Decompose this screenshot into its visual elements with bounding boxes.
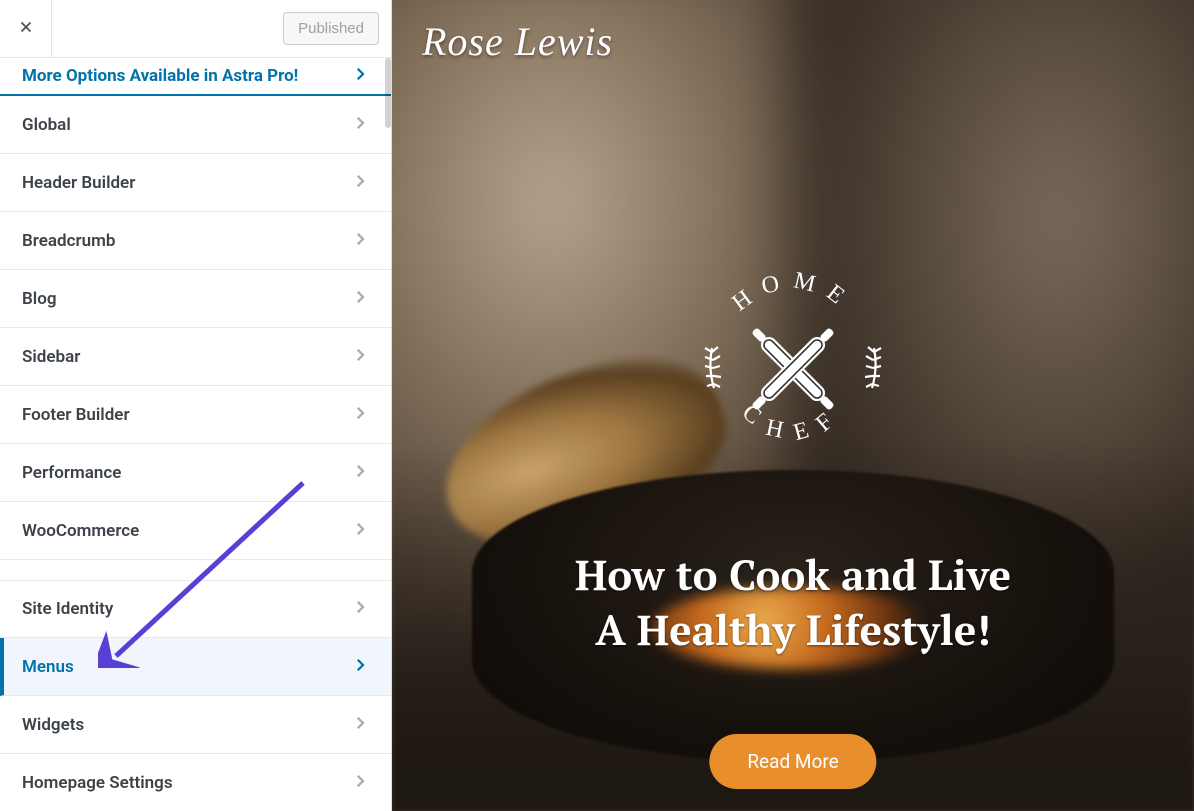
site-preview: Rose Lewis HOME CHEF xyxy=(392,0,1194,811)
chevron-right-icon xyxy=(351,714,369,736)
close-button[interactable] xyxy=(0,0,52,58)
customizer-sections: Global Header Builder Breadcrumb Blog Sideba… xyxy=(0,96,391,811)
sidebar-item-label: Performance xyxy=(22,463,121,483)
badge-top-word: HOME xyxy=(728,268,859,317)
hero-line-1: How to Cook and Live xyxy=(392,548,1194,603)
customizer-sidebar: Published More Options Available in Astr… xyxy=(0,0,392,811)
sidebar-item-blog[interactable]: Blog xyxy=(0,270,391,328)
wheat-left-icon xyxy=(705,347,721,388)
chevron-right-icon xyxy=(351,772,369,794)
sidebar-item-label: Homepage Settings xyxy=(22,773,173,793)
published-button[interactable]: Published xyxy=(283,12,379,45)
sidebar-item-footer-builder[interactable]: Footer Builder xyxy=(0,386,391,444)
chevron-right-icon xyxy=(351,656,369,678)
sidebar-item-site-identity[interactable]: Site Identity xyxy=(0,580,391,638)
sidebar-item-label: WooCommerce xyxy=(22,521,139,541)
sidebar-item-label: Global xyxy=(22,115,71,135)
sidebar-item-label: Blog xyxy=(22,289,57,309)
sidebar-item-label: Menus xyxy=(22,657,74,677)
chevron-right-icon xyxy=(351,346,369,368)
wheat-right-icon xyxy=(865,347,881,388)
sidebar-item-label: Breadcrumb xyxy=(22,231,115,251)
sidebar-item-header-builder[interactable]: Header Builder xyxy=(0,154,391,212)
astra-pro-promo[interactable]: More Options Available in Astra Pro! xyxy=(0,58,391,96)
sidebar-item-breadcrumb[interactable]: Breadcrumb xyxy=(0,212,391,270)
hero-heading: How to Cook and Live A Healthy Lifestyle… xyxy=(392,548,1194,657)
site-brand: Rose Lewis xyxy=(422,18,613,65)
chevron-right-icon xyxy=(351,230,369,252)
chevron-right-icon xyxy=(351,520,369,542)
sidebar-item-label: Sidebar xyxy=(22,347,80,367)
sidebar-item-performance[interactable]: Performance xyxy=(0,444,391,502)
chevron-right-icon xyxy=(351,598,369,620)
chevron-right-icon xyxy=(351,404,369,426)
sidebar-item-widgets[interactable]: Widgets xyxy=(0,696,391,754)
close-icon xyxy=(17,18,35,40)
sidebar-item-homepage-settings[interactable]: Homepage Settings xyxy=(0,754,391,811)
sidebar-item-label: Widgets xyxy=(22,715,84,735)
svg-text:HOME: HOME xyxy=(728,268,859,317)
sidebar-item-global[interactable]: Global xyxy=(0,96,391,154)
rolling-pins-icon xyxy=(748,324,837,413)
sidebar-item-menus[interactable]: Menus xyxy=(0,638,391,696)
sidebar-topbar: Published xyxy=(0,0,391,58)
sidebar-item-label: Footer Builder xyxy=(22,405,130,425)
chevron-right-icon xyxy=(351,288,369,310)
chevron-right-icon xyxy=(351,462,369,484)
chevron-right-icon xyxy=(351,172,369,194)
chevron-right-icon xyxy=(351,65,369,87)
sidebar-item-sidebar[interactable]: Sidebar xyxy=(0,328,391,386)
chevron-right-icon xyxy=(351,114,369,136)
home-chef-badge: HOME CHEF xyxy=(688,264,898,474)
hero-line-2: A Healthy Lifestyle! xyxy=(392,603,1194,658)
read-more-button[interactable]: Read More xyxy=(709,734,876,789)
sidebar-item-woocommerce[interactable]: WooCommerce xyxy=(0,502,391,560)
promo-label: More Options Available in Astra Pro! xyxy=(22,66,298,86)
scrollbar-thumb[interactable] xyxy=(385,58,391,128)
sidebar-item-label: Header Builder xyxy=(22,173,135,193)
sidebar-item-label: Site Identity xyxy=(22,599,113,619)
